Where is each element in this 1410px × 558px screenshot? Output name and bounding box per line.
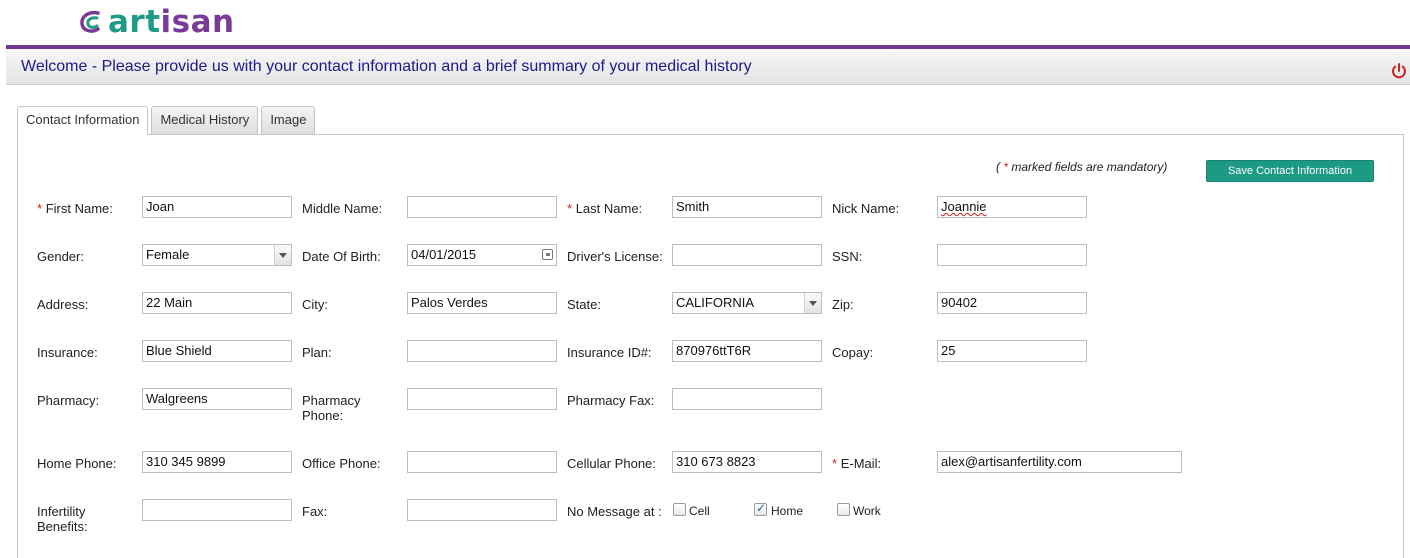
gender-value: Female <box>146 247 190 262</box>
office-phone-label: Office Phone: <box>302 456 381 471</box>
middle-name-label: Middle Name: <box>302 201 383 216</box>
drivers-license-label: Driver's License: <box>567 249 663 264</box>
email-input[interactable]: alex@artisanfertility.com <box>937 451 1182 473</box>
gender-label: Gender: <box>37 249 84 264</box>
first-name-label: * First Name: <box>37 201 113 216</box>
infertility-benefits-input[interactable] <box>142 499 292 521</box>
city-input[interactable]: Palos Verdes <box>407 292 557 314</box>
tab-image[interactable]: Image <box>261 106 316 134</box>
pharmacy-phone-input[interactable] <box>407 388 557 410</box>
ssn-label: SSN: <box>832 249 863 264</box>
first-name-input[interactable]: Joan <box>142 196 292 218</box>
insurance-id-input[interactable]: 870976ttT6R <box>672 340 822 362</box>
address-input[interactable]: 22 Main <box>142 292 292 314</box>
cellular-phone-input[interactable]: 310 673 8823 <box>672 451 822 473</box>
pharmacy-label: Pharmacy: <box>37 393 100 408</box>
tab-medical-history[interactable]: Medical History <box>151 106 259 134</box>
drivers-license-input[interactable] <box>672 244 822 266</box>
nick-name-value: Joannie <box>941 199 987 214</box>
mandatory-note: ( * marked fields are mandatory) <box>996 160 1168 174</box>
swirl-logo-icon <box>80 10 100 33</box>
plan-input[interactable] <box>407 340 557 362</box>
state-value: CALIFORNIA <box>676 295 755 310</box>
no-message-cell-checkbox[interactable] <box>673 503 686 516</box>
email-label: * E-Mail: <box>832 456 882 471</box>
dob-label: Date Of Birth: <box>302 249 381 264</box>
pharmacy-phone-label: Pharmacy Phone: <box>302 393 361 423</box>
nick-name-input[interactable]: Joannie <box>937 196 1087 218</box>
zip-label: Zip: <box>832 297 854 312</box>
logo-text-part2: isan <box>160 4 235 40</box>
pharmacy-fax-input[interactable] <box>672 388 822 410</box>
plan-label: Plan: <box>302 345 332 360</box>
dob-value: 04/01/2015 <box>411 247 477 262</box>
no-message-work-checkbox[interactable] <box>837 503 850 516</box>
no-message-label: No Message at : <box>567 504 662 519</box>
artisan-logo: artisan <box>78 4 235 40</box>
fax-input[interactable] <box>407 499 557 521</box>
office-phone-input[interactable] <box>407 451 557 473</box>
fax-label: Fax: <box>302 504 328 519</box>
save-contact-button[interactable]: Save Contact Information <box>1206 160 1374 182</box>
last-name-input[interactable]: Smith <box>672 196 822 218</box>
calendar-icon[interactable] <box>542 249 553 260</box>
chevron-down-icon <box>804 293 821 313</box>
last-name-label: * Last Name: <box>567 201 643 216</box>
infertility-benefits-label: Infertility Benefits: <box>37 504 88 534</box>
pharmacy-input[interactable]: Walgreens <box>142 388 292 410</box>
no-message-home-label: Home <box>771 504 804 518</box>
home-phone-input[interactable]: 310 345 9899 <box>142 451 292 473</box>
middle-name-input[interactable] <box>407 196 557 218</box>
nick-name-label: Nick Name: <box>832 201 900 216</box>
no-message-home-checkbox[interactable] <box>754 501 767 516</box>
power-icon[interactable] <box>1390 62 1408 80</box>
pharmacy-fax-label: Pharmacy Fax: <box>567 393 655 408</box>
tab-contact-information[interactable]: Contact Information <box>17 106 149 135</box>
logo-text-part1: art <box>108 4 161 40</box>
city-label: City: <box>302 297 328 312</box>
gender-select[interactable]: Female <box>142 244 292 266</box>
welcome-bar: Welcome - Please provide us with your co… <box>6 49 1410 85</box>
copay-input[interactable]: 25 <box>937 340 1087 362</box>
state-select[interactable]: CALIFORNIA <box>672 292 822 314</box>
no-message-work-label: Work <box>853 504 881 518</box>
copay-label: Copay: <box>832 345 874 360</box>
zip-input[interactable]: 90402 <box>937 292 1087 314</box>
welcome-message: Welcome - Please provide us with your co… <box>21 58 752 75</box>
insurance-id-label: Insurance ID#: <box>567 345 652 360</box>
cellular-phone-label: Cellular Phone: <box>567 456 656 471</box>
home-phone-label: Home Phone: <box>37 456 117 471</box>
insurance-input[interactable]: Blue Shield <box>142 340 292 362</box>
address-label: Address: <box>37 297 89 312</box>
chevron-down-icon <box>274 245 291 265</box>
state-label: State: <box>567 297 601 312</box>
no-message-cell-label: Cell <box>689 504 710 518</box>
dob-input[interactable]: 04/01/2015 <box>407 244 557 266</box>
insurance-label: Insurance: <box>37 345 98 360</box>
tab-bar: Contact Information Medical History Imag… <box>17 106 318 135</box>
ssn-input[interactable] <box>937 244 1087 266</box>
